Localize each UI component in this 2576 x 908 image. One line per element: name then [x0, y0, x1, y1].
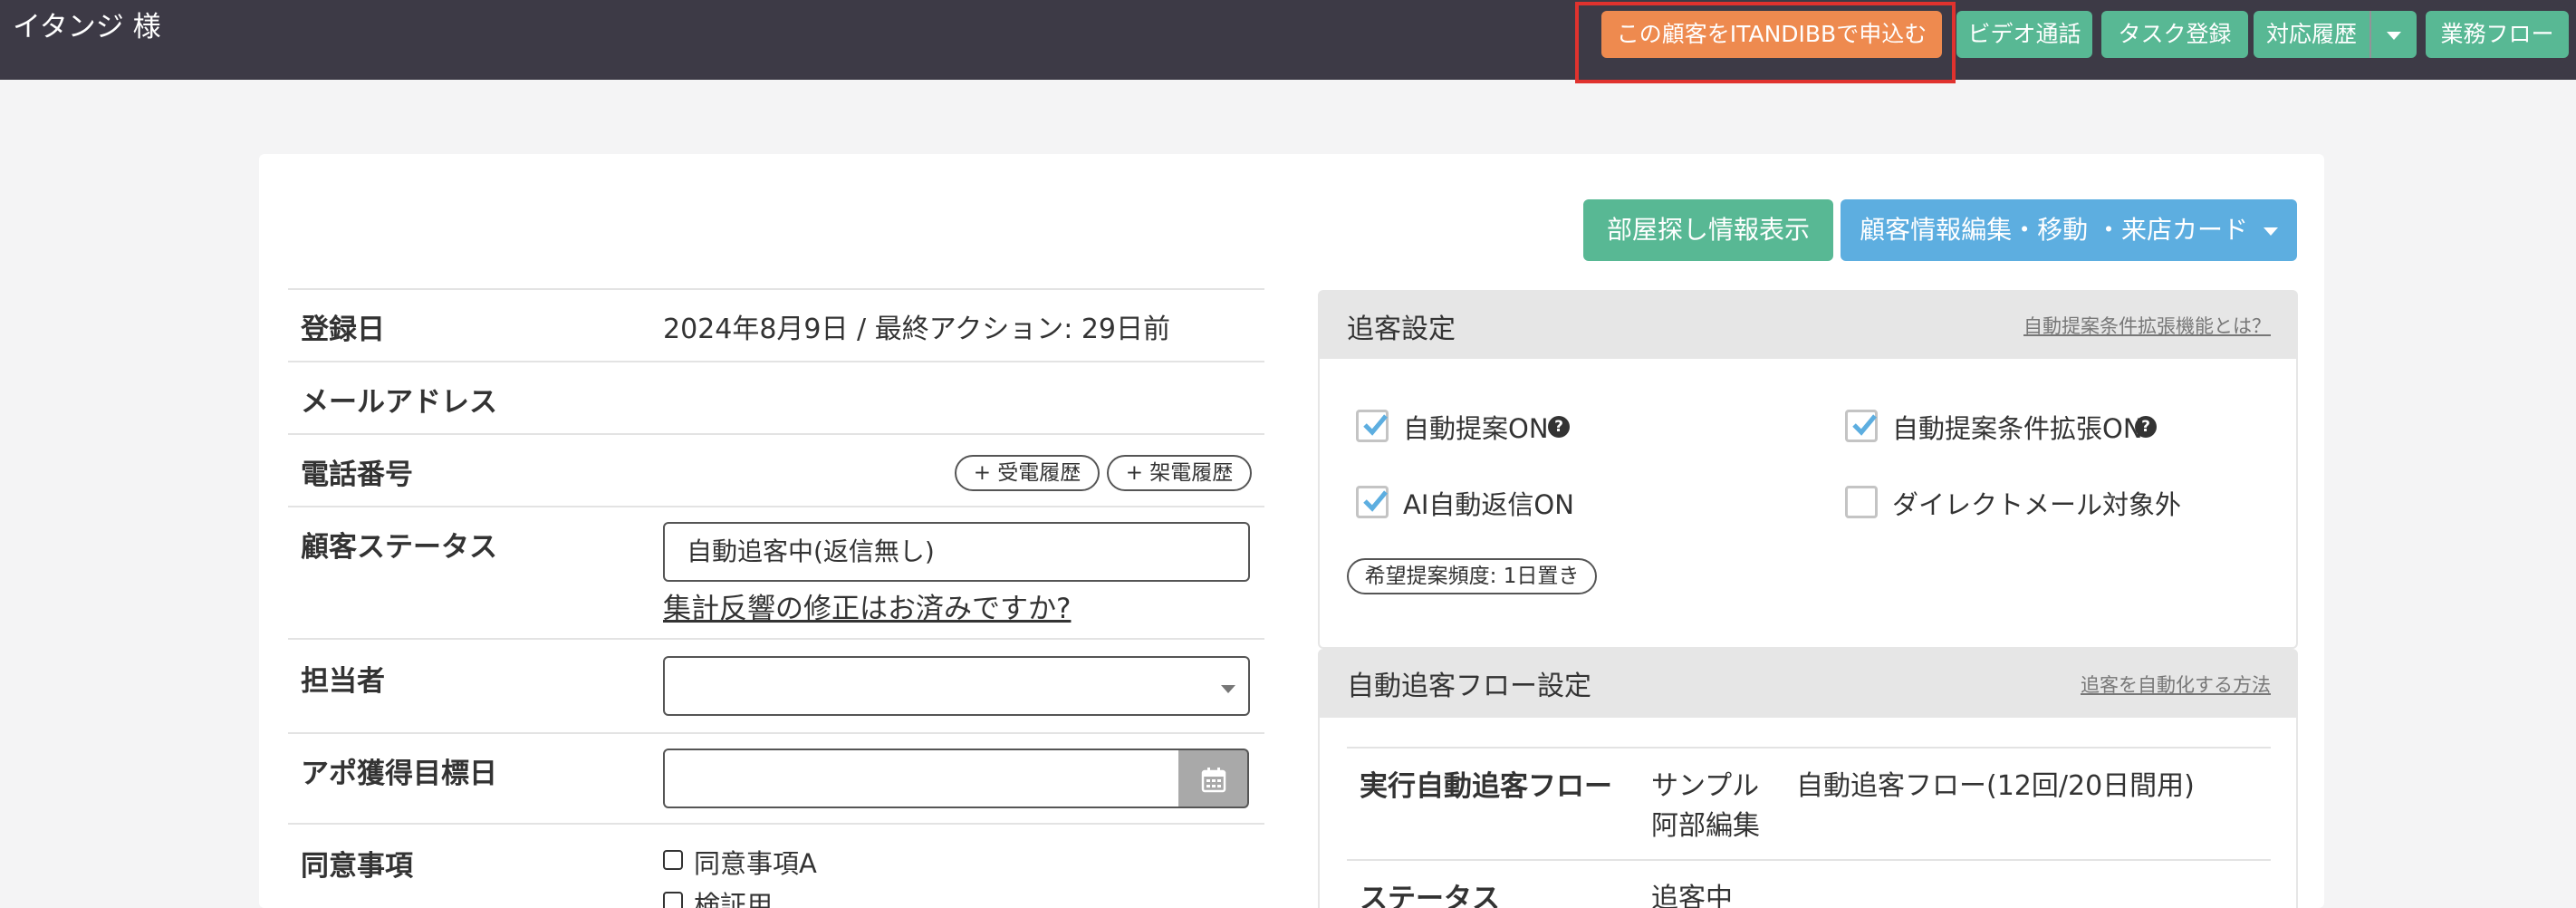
auto-suggest-ext-checkbox[interactable]: [1845, 410, 1878, 442]
check-icon: [1852, 414, 1877, 436]
calendar-button[interactable]: [1178, 749, 1249, 808]
automation-howto-link[interactable]: 追客を自動化する方法: [2081, 671, 2271, 698]
assignee-select[interactable]: [663, 656, 1250, 716]
check-icon: [1363, 414, 1388, 436]
followup-settings-title: 追客設定: [1347, 314, 1456, 345]
suggest-frequency-badge[interactable]: 希望提案頻度: 1日置き: [1347, 558, 1597, 594]
appointment-target-label: アポ獲得目標日: [301, 758, 497, 790]
outgoing-call-history-button[interactable]: + 架電履歴: [1107, 455, 1252, 491]
registered-date-value: 2024年8月9日 / 最終アクション: 29日前: [663, 314, 1171, 345]
phone-label: 電話番号: [301, 459, 413, 491]
aggregate-response-link[interactable]: 集計反響の修正はお済みですか?: [663, 585, 1071, 626]
divider: [288, 732, 1264, 734]
caret-down-icon: [2387, 31, 2401, 40]
divider: [288, 433, 1264, 435]
consent-b-label: 検証用: [694, 890, 774, 908]
question-icon[interactable]: ?: [2135, 416, 2157, 438]
divider: [1347, 747, 2271, 749]
customer-status-label: 顧客ステータス: [301, 531, 497, 564]
flow-value-name: 自動追客フロー(12回/20日間用): [1796, 770, 2195, 802]
flow-value-line2: 阿部編集: [1651, 810, 1760, 842]
history-dropdown-toggle[interactable]: [2371, 11, 2417, 58]
flow-status-label: ステータス: [1360, 883, 1500, 908]
task-register-button[interactable]: タスク登録: [2101, 11, 2248, 58]
history-button[interactable]: 対応履歴: [2254, 11, 2369, 58]
caret-down-icon: [2263, 227, 2278, 236]
consent-a-label: 同意事項A: [694, 848, 817, 879]
direct-mail-exclude-label: ダイレクトメール対象外: [1892, 489, 2182, 520]
customer-status-field[interactable]: 自動追客中(返信無し): [663, 522, 1250, 582]
email-label: メールアドレス: [301, 386, 497, 419]
room-search-info-button[interactable]: 部屋探し情報表示: [1583, 199, 1833, 261]
customer-name: イタンジ 様: [13, 11, 161, 43]
auto-suggest-ext-label: 自動提案条件拡張ON: [1892, 413, 2143, 444]
calendar-icon: [1201, 768, 1226, 793]
auto-flow-panel: 自動追客フロー設定 追客を自動化する方法 実行自動追客フロー サンプル 自動追客…: [1318, 649, 2298, 908]
chevron-down-icon: [1221, 685, 1235, 693]
highlight-annotation: [1575, 2, 1956, 83]
divider: [1347, 859, 2271, 861]
appointment-date-input[interactable]: [663, 749, 1181, 808]
video-call-button[interactable]: ビデオ通話: [1956, 11, 2092, 58]
auto-flow-title: 自動追客フロー設定: [1347, 671, 1591, 702]
divider: [288, 638, 1264, 640]
flow-status-value: 追客中: [1651, 883, 1733, 908]
ai-reply-checkbox[interactable]: [1356, 486, 1389, 518]
consent-a-checkbox[interactable]: [663, 850, 683, 870]
consent-label: 同意事項: [301, 850, 413, 883]
incoming-call-history-button[interactable]: + 受電履歴: [955, 455, 1100, 491]
auto-suggest-ext-help-link[interactable]: 自動提案条件拡張機能とは？: [2023, 312, 2271, 339]
customer-status-value: 自動追客中(返信無し): [687, 536, 935, 566]
registered-date-label: 登録日: [301, 314, 385, 346]
divider: [288, 506, 1264, 507]
customer-edit-dropdown-button[interactable]: 顧客情報編集・移動 ・来店カード: [1841, 199, 2297, 261]
ai-reply-label: AI自動返信ON: [1403, 489, 1574, 520]
assignee-label: 担当者: [301, 665, 385, 698]
flow-label: 実行自動追客フロー: [1360, 770, 1612, 803]
divider: [288, 288, 1264, 290]
divider: [288, 823, 1264, 825]
flow-value-line1: サンプル: [1651, 770, 1760, 802]
check-icon: [1363, 490, 1388, 512]
followup-settings-panel: 追客設定 自動提案条件拡張機能とは？ 自動提案ON ? 自動提案条件拡張ON ?…: [1318, 290, 2298, 649]
workflow-button[interactable]: 業務フロー: [2426, 11, 2569, 58]
question-icon[interactable]: ?: [1548, 416, 1570, 438]
customer-edit-label: 顧客情報編集・移動 ・来店カード: [1860, 215, 2248, 245]
followup-settings-header: 追客設定 自動提案条件拡張機能とは？: [1320, 292, 2296, 359]
auto-suggest-checkbox[interactable]: [1356, 410, 1389, 442]
auto-suggest-label: 自動提案ON: [1403, 413, 1549, 444]
top-bar: イタンジ 様 この顧客をITANDIBBで申込む ビデオ通話 タスク登録 対応履…: [0, 0, 2576, 80]
divider: [288, 361, 1264, 362]
consent-b-checkbox[interactable]: [663, 892, 683, 908]
auto-flow-header: 自動追客フロー設定 追客を自動化する方法: [1320, 651, 2296, 718]
direct-mail-exclude-checkbox[interactable]: [1845, 486, 1878, 518]
